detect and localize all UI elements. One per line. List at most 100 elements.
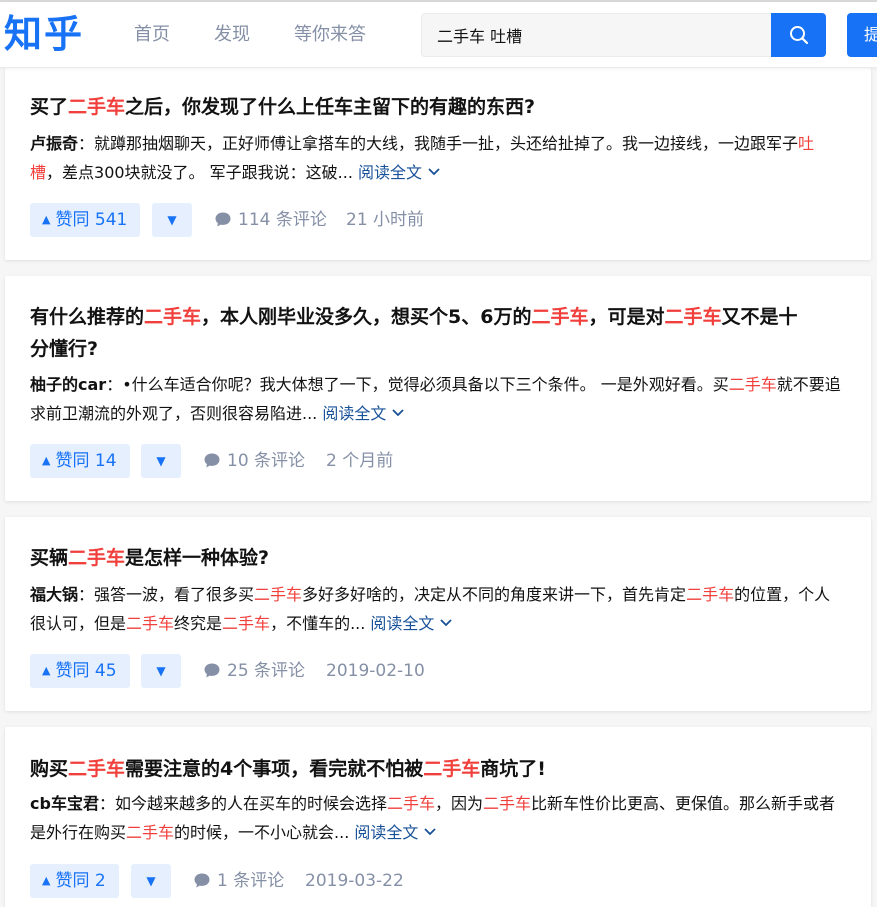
nav-discover[interactable]: 发现 xyxy=(214,23,250,47)
keyword-highlight: 二手车 xyxy=(483,794,532,813)
downvote-button[interactable]: ▼ xyxy=(141,444,181,478)
text-segment: 又不是十 xyxy=(721,306,798,328)
triangle-up-icon: ▲ xyxy=(42,664,51,677)
comment-icon xyxy=(204,663,220,678)
author-name[interactable]: cb车宝君 xyxy=(30,794,99,813)
read-more-link[interactable]: 阅读全文 xyxy=(322,404,405,423)
downvote-button[interactable]: ▼ xyxy=(141,654,181,688)
triangle-down-icon: ▼ xyxy=(156,454,166,468)
text-segment: ：如今越来越多的人在买车的时候会选择 xyxy=(98,794,387,813)
read-more-link[interactable]: 阅读全文 xyxy=(358,163,441,182)
triangle-up-icon: ▲ xyxy=(42,874,51,887)
author-name[interactable]: 柚子的car xyxy=(30,375,106,394)
post-time: 2019-03-22 xyxy=(305,871,404,891)
triangle-up-icon: ▲ xyxy=(42,454,51,467)
keyword-highlight: 二手车 xyxy=(386,794,435,813)
text-segment: 之后，你发现了什么上任车主留下的有趣的东西? xyxy=(125,96,536,118)
text-segment: ，不懂车的... xyxy=(270,614,371,633)
text-segment: ：•什么车适合你呢？我大体想了一下，觉得必须具备以下三个条件。 一是外观好看。买 xyxy=(106,375,729,394)
keyword-highlight: 二手车 xyxy=(423,758,481,780)
result-title[interactable]: 买辆二手车是怎样一种体验? xyxy=(30,542,846,574)
keyword-highlight: 二手车 xyxy=(68,547,126,569)
read-more-link[interactable]: 阅读全文 xyxy=(370,614,453,633)
result-excerpt[interactable]: cb车宝君：如今越来越多的人在买车的时候会选择二手车，因为二手车比新车性价比更高… xyxy=(30,789,845,847)
comment-icon xyxy=(194,873,210,888)
triangle-down-icon: ▼ xyxy=(156,664,166,678)
comment-icon xyxy=(204,453,220,468)
chevron-down-icon xyxy=(392,409,405,417)
search-result-card: 买了二手车之后，你发现了什么上任车主留下的有趣的东西? 卢振奇：就蹲那抽烟聊天，… xyxy=(5,68,871,260)
zhihu-logo[interactable]: 知乎 xyxy=(4,10,84,58)
text-segment: 有什么推荐的 xyxy=(30,306,145,328)
result-title[interactable]: 买了二手车之后，你发现了什么上任车主留下的有趣的东西? xyxy=(30,91,846,123)
post-time: 2019-02-10 xyxy=(326,661,425,681)
keyword-highlight: 二手车 xyxy=(144,306,202,328)
chevron-down-icon xyxy=(424,828,437,836)
text-segment: ，本人刚毕业没多久，想买个5、6万的 xyxy=(201,306,532,328)
post-time: 2 个月前 xyxy=(326,451,394,471)
search-result-card: 购买二手车需要注意的4个事项，看完就不怕被二手车商坑了! cb车宝君：如今越来越… xyxy=(5,727,871,907)
result-title-line2[interactable]: 分懂行? xyxy=(30,333,846,365)
keyword-highlight: 二手车 xyxy=(531,306,589,328)
comment-icon xyxy=(215,212,231,227)
nav-waiting-answers[interactable]: 等你来答 xyxy=(294,23,366,47)
keyword-highlight: 二手车 xyxy=(68,96,126,118)
text-segment: ：就蹲那抽烟聊天，正好师傅让拿搭车的大线，我随手一扯，头还给扯掉了。我一边接线，… xyxy=(78,134,799,153)
comment-button[interactable]: 10 条评论 xyxy=(203,444,305,478)
keyword-highlight: 二手车 xyxy=(686,585,735,604)
text-segment: 买辆 xyxy=(30,547,69,569)
chevron-down-icon xyxy=(440,619,453,627)
upvote-button[interactable]: ▲ 赞同 45 xyxy=(30,654,130,688)
nav-home[interactable]: 首页 xyxy=(134,23,170,47)
text-segment: ，因为 xyxy=(434,794,483,813)
result-excerpt[interactable]: 福大锅：强答一波，看了很多买二手车多好多好啥的，决定从不同的角度来讲一下，首先肯… xyxy=(30,580,845,638)
keyword-highlight: 二手车 xyxy=(728,375,777,394)
author-name[interactable]: 卢振奇 xyxy=(30,134,78,153)
result-excerpt[interactable]: 柚子的car：•什么车适合你呢？我大体想了一下，觉得必须具备以下三个条件。 一是… xyxy=(30,370,845,428)
keyword-highlight: 二手车 xyxy=(664,306,722,328)
keyword-highlight: 二手车 xyxy=(126,614,175,633)
search-input[interactable] xyxy=(421,13,771,57)
ask-question-button[interactable]: 提问 xyxy=(847,13,877,57)
text-segment: 购买 xyxy=(30,758,69,780)
chevron-down-icon xyxy=(428,168,440,176)
excerpt-text: ：•什么车适合你呢？我大体想了一下，觉得必须具备以下三个条件。 一是外观好看。买… xyxy=(30,375,841,423)
text-segment: ：强答一波，看了很多买 xyxy=(78,585,255,604)
result-title[interactable]: 购买二手车需要注意的4个事项，看完就不怕被二手车商坑了! xyxy=(30,753,846,785)
app-header: 知乎 首页 发现 等你来答 提问 xyxy=(0,2,877,68)
result-excerpt[interactable]: 卢振奇：就蹲那抽烟聊天，正好师傅让拿搭车的大线，我随手一扯，头还给扯掉了。我一边… xyxy=(30,129,845,187)
search-result-card: 买辆二手车是怎样一种体验? 福大锅：强答一波，看了很多买二手车多好多好啥的，决定… xyxy=(5,517,871,711)
comment-button[interactable]: 25 条评论 xyxy=(203,654,305,688)
upvote-button[interactable]: ▲ 赞同 541 xyxy=(30,203,141,237)
keyword-highlight: 二手车 xyxy=(254,585,303,604)
keyword-highlight: 二手车 xyxy=(222,614,271,633)
text-segment: 商坑了! xyxy=(480,758,546,780)
keyword-highlight: 二手车 xyxy=(68,758,126,780)
text-segment: 终究是 xyxy=(174,614,223,633)
downvote-button[interactable]: ▼ xyxy=(131,864,171,898)
text-segment: 买了 xyxy=(30,96,69,118)
text-segment: 的时候，一不小心就会... xyxy=(174,823,355,842)
keyword-highlight: 二手车 xyxy=(126,823,175,842)
search-bar xyxy=(421,13,826,57)
post-time: 21 小时前 xyxy=(346,210,425,230)
text-segment: 需要注意的4个事项，看完就不怕被 xyxy=(125,758,424,780)
result-title[interactable]: 有什么推荐的二手车，本人刚毕业没多久，想买个5、6万的二手车，可是对二手车又不是… xyxy=(30,301,846,333)
downvote-button[interactable]: ▼ xyxy=(152,203,192,237)
search-result-card: 有什么推荐的二手车，本人刚毕业没多久，想买个5、6万的二手车，可是对二手车又不是… xyxy=(5,276,871,501)
text-segment: 是怎样一种体验? xyxy=(125,547,270,569)
text-segment: ，可是对 xyxy=(588,306,665,328)
triangle-down-icon: ▼ xyxy=(146,874,156,888)
triangle-down-icon: ▼ xyxy=(167,213,177,227)
text-segment: ，差点300块就没了。 军子跟我说：这破... xyxy=(46,163,358,182)
search-icon xyxy=(789,26,808,45)
comment-button[interactable]: 114 条评论 xyxy=(214,203,327,237)
triangle-up-icon: ▲ xyxy=(42,213,51,226)
read-more-link[interactable]: 阅读全文 xyxy=(354,823,437,842)
text-segment: 多好多好啥的，决定从不同的角度来讲一下，首先肯定 xyxy=(302,585,687,604)
upvote-button[interactable]: ▲ 赞同 14 xyxy=(30,444,130,478)
upvote-button[interactable]: ▲ 赞同 2 xyxy=(30,864,119,898)
search-button[interactable] xyxy=(771,13,826,57)
author-name[interactable]: 福大锅 xyxy=(30,585,78,604)
comment-button[interactable]: 1 条评论 xyxy=(193,864,284,898)
